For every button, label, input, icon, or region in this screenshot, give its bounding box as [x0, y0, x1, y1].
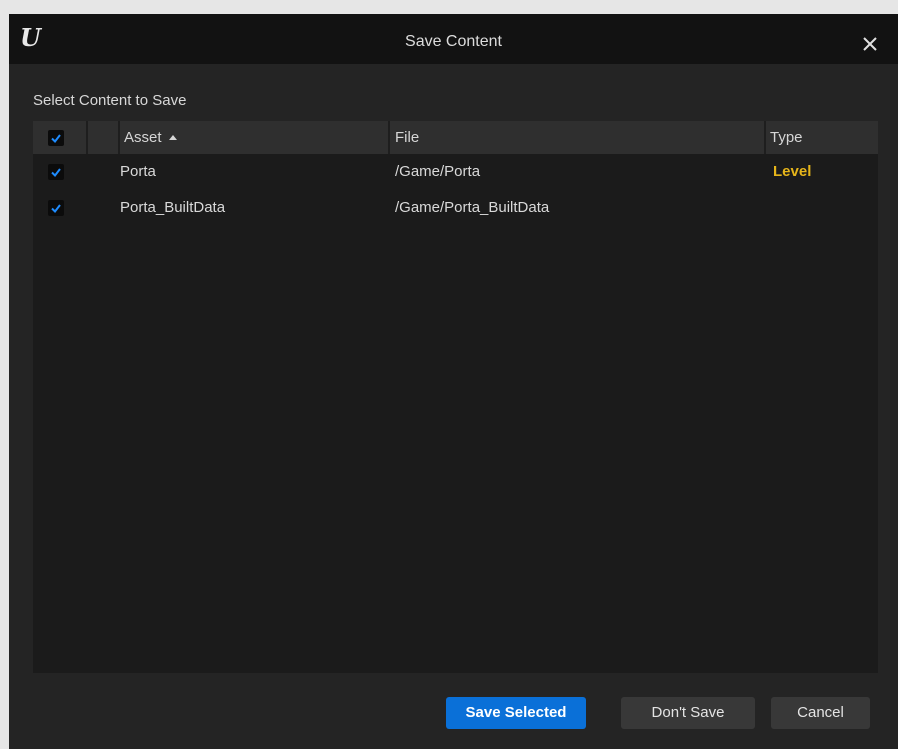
table-row[interactable]: Porta_BuiltData /Game/Porta_BuiltData — [33, 190, 878, 226]
column-header-type[interactable]: Type — [770, 121, 803, 154]
column-header-file[interactable]: File — [395, 121, 419, 154]
column-divider[interactable] — [764, 121, 766, 154]
checkmark-icon — [51, 134, 61, 144]
close-icon — [863, 37, 877, 51]
column-divider[interactable] — [388, 121, 390, 154]
type-cell: Level — [773, 163, 812, 180]
asset-cell: Porta_BuiltData — [120, 199, 226, 216]
column-divider[interactable] — [118, 121, 120, 154]
close-button[interactable] — [859, 33, 881, 55]
select-all-checkbox[interactable] — [48, 130, 64, 146]
cancel-button[interactable]: Cancel — [771, 697, 870, 729]
dialog-title: Save Content — [405, 33, 502, 50]
title-bar: Save Content U — [9, 14, 898, 64]
asset-cell: Porta — [120, 163, 156, 180]
table-header: Asset File Type — [33, 121, 878, 154]
content-table: Asset File Type Porta /Game/Porta Level — [33, 121, 878, 673]
dialog-body: Select Content to Save Asset File Type P… — [9, 64, 898, 749]
column-header-asset-label: Asset — [124, 129, 162, 146]
file-cell: /Game/Porta_BuiltData — [395, 199, 550, 216]
table-row[interactable]: Porta /Game/Porta Level — [33, 154, 878, 190]
file-cell: /Game/Porta — [395, 163, 481, 180]
dont-save-button[interactable]: Don't Save — [621, 697, 755, 729]
sort-ascending-icon — [168, 135, 177, 140]
section-label: Select Content to Save — [33, 92, 187, 109]
save-content-dialog: Save Content U Select Content to Save As… — [9, 14, 898, 749]
row-checkbox[interactable] — [48, 164, 64, 180]
column-header-asset[interactable]: Asset — [124, 121, 177, 154]
row-checkbox[interactable] — [48, 200, 64, 216]
checkmark-icon — [51, 204, 61, 214]
save-selected-button[interactable]: Save Selected — [446, 697, 586, 729]
checkmark-icon — [51, 168, 61, 178]
unreal-engine-icon: U — [20, 23, 41, 52]
column-divider — [86, 121, 88, 154]
